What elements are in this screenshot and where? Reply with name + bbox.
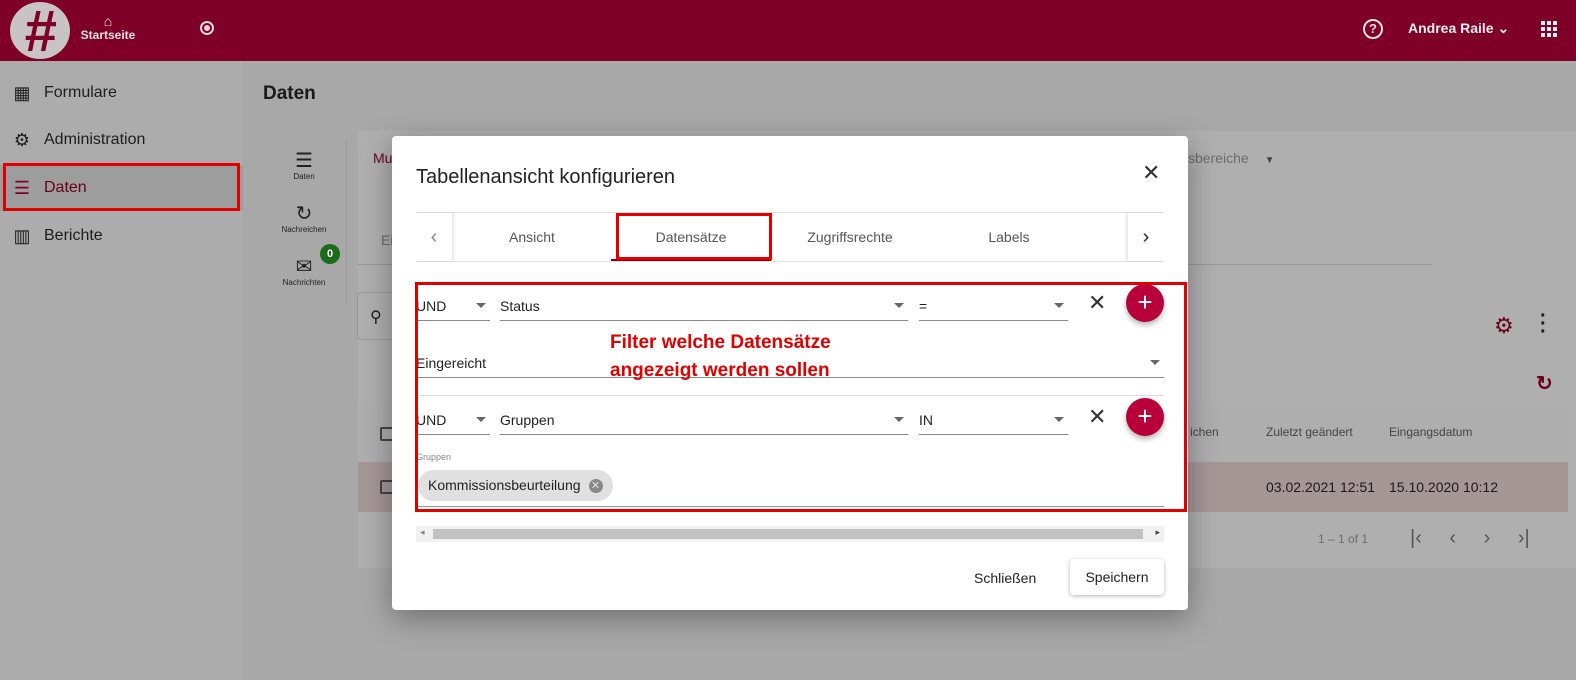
dashboard-icon: ▦ xyxy=(13,82,31,103)
dropdown-partial[interactable]: sbereiche ▼ xyxy=(1188,150,1275,166)
dialog-tabs: ‹ Ansicht Datensätze Zugriffsrechte Labe… xyxy=(416,212,1164,262)
first-page-icon[interactable]: |‹ xyxy=(1410,527,1422,549)
cell-received: 15.10.2020 10:12 xyxy=(1389,479,1498,495)
configure-table-dialog: Tabellenansicht konfigurieren ✕ ‹ Ansich… xyxy=(392,136,1188,610)
tab-ansicht[interactable]: Ansicht xyxy=(452,213,612,261)
sidebar-item-label: Berichte xyxy=(44,227,103,244)
sidebar-item-administration[interactable]: ⚙ Administration xyxy=(0,117,243,163)
prev-page-icon[interactable]: ‹ xyxy=(1449,527,1456,549)
highlight-box xyxy=(415,282,1187,512)
user-name: Andrea Raile xyxy=(1408,20,1494,36)
scrollbar-thumb[interactable] xyxy=(433,529,1143,539)
pagination-range: 1 – 1 of 1 xyxy=(1318,532,1369,546)
settings-gear-icon[interactable]: ⚙ xyxy=(1494,313,1514,339)
message-count-badge: 0 xyxy=(320,244,340,264)
help-icon[interactable]: ? xyxy=(1363,19,1383,39)
sidebar-item-label: Formulare xyxy=(44,84,117,101)
user-menu[interactable]: Andrea Raile ⌄ xyxy=(1408,20,1509,37)
sidebar-item-label: Administration xyxy=(44,131,146,148)
home-button[interactable]: ⌂ Startseite xyxy=(80,14,136,42)
chevron-down-icon: ⌄ xyxy=(1497,20,1510,36)
mini-nav-nachreichen[interactable]: ↻ Nachreichen xyxy=(274,203,334,234)
highlight-box xyxy=(3,163,240,211)
tab-partial[interactable]: Mu xyxy=(373,150,392,166)
mini-nav-daten[interactable]: ☰ Daten xyxy=(274,150,334,181)
history-icon: ↻ xyxy=(295,203,313,225)
sidebar: ▦ Formulare ⚙ Administration ☰ Daten ▥ Beric… xyxy=(0,61,243,680)
sidebar-item-berichte[interactable]: ▥ Berichte xyxy=(0,213,243,259)
close-button[interactable]: Schließen xyxy=(964,562,1046,594)
column-header[interactable]: ichen xyxy=(1190,425,1219,439)
dialog-title: Tabellenansicht konfigurieren xyxy=(416,166,676,188)
divider xyxy=(346,141,347,306)
search-icon[interactable]: ⚲ xyxy=(357,292,397,340)
top-bar: # ⌂ Startseite ? Andrea Raile ⌄ xyxy=(0,0,1576,62)
page-title: Daten xyxy=(263,83,316,104)
dropdown-label: sbereiche xyxy=(1188,150,1249,166)
pagination-controls[interactable]: |‹ ‹ › ›| xyxy=(1410,527,1530,550)
chevron-left-icon[interactable]: ‹ xyxy=(416,213,452,261)
horizontal-scrollbar[interactable]: ◂ ▸ xyxy=(416,526,1164,542)
close-icon[interactable]: ✕ xyxy=(1142,160,1160,186)
tab-zugriffsrechte[interactable]: Zugriffsrechte xyxy=(770,213,930,261)
last-page-icon[interactable]: ›| xyxy=(1518,527,1530,549)
mini-nav-label: Nachrichten xyxy=(282,278,326,287)
home-label: Startseite xyxy=(80,28,136,42)
more-vert-icon[interactable]: · · · xyxy=(1540,306,1547,342)
column-header[interactable]: Eingangsdatum xyxy=(1389,425,1472,439)
tab-labels[interactable]: Labels xyxy=(929,213,1089,261)
sidebar-item-formulare[interactable]: ▦ Formulare xyxy=(0,70,243,116)
highlight-box xyxy=(616,213,772,260)
refresh-icon[interactable]: ↻ xyxy=(1536,371,1553,396)
chevron-right-icon[interactable]: › xyxy=(1128,213,1164,261)
home-icon: ⌂ xyxy=(103,13,113,29)
logo[interactable]: # xyxy=(10,2,70,62)
apps-grid-icon[interactable] xyxy=(1541,21,1557,37)
column-header[interactable]: Zuletzt geändert xyxy=(1266,425,1353,439)
radio-icon[interactable] xyxy=(200,21,214,35)
cell-modified: 03.02.2021 12:51 xyxy=(1266,479,1375,495)
next-page-icon[interactable]: › xyxy=(1484,527,1491,549)
mini-nav-label: Daten xyxy=(293,172,315,181)
bar-chart-icon: ▥ xyxy=(13,225,31,246)
storage-icon: ☰ xyxy=(295,150,313,172)
caret-down-icon: ▼ xyxy=(1264,155,1275,166)
save-button[interactable]: Speichern xyxy=(1070,559,1164,595)
gear-icon: ⚙ xyxy=(13,129,31,150)
mini-nav-label: Nachreichen xyxy=(281,225,327,234)
